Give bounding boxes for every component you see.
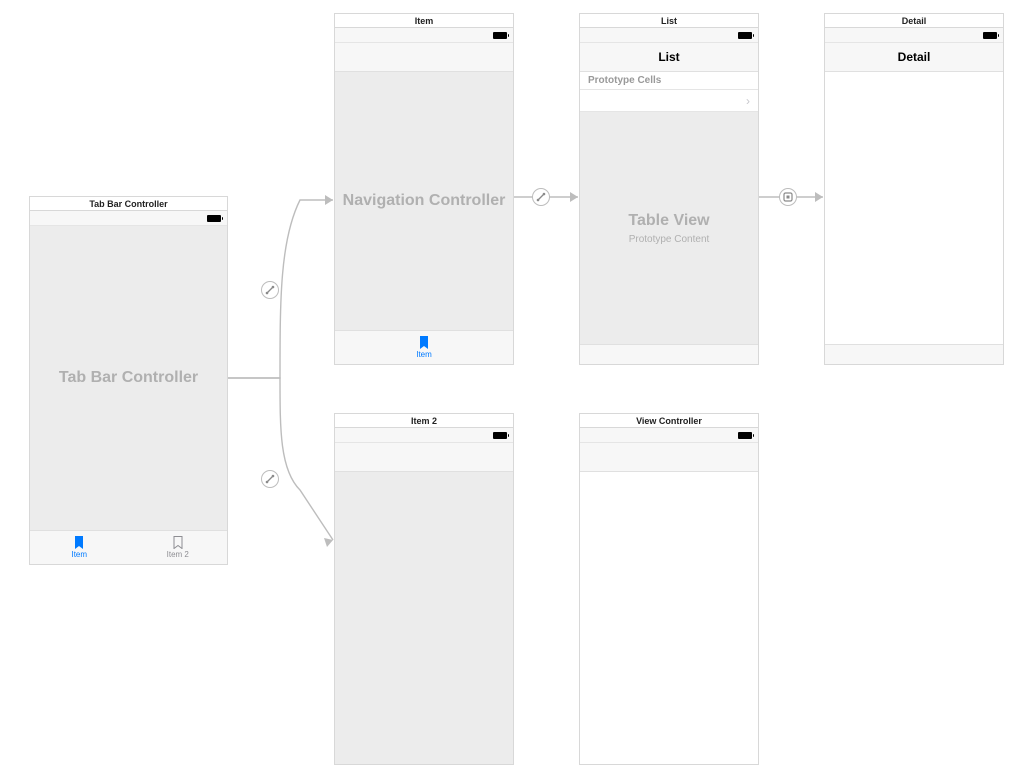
battery-icon	[493, 32, 507, 39]
battery-icon	[207, 215, 221, 222]
status-bar	[335, 428, 513, 443]
scene-title: Tab Bar Controller	[30, 197, 227, 211]
nav-content: Navigation Controller	[335, 72, 513, 330]
battery-icon	[738, 32, 752, 39]
table-view[interactable]: Prototype Cells › Table View Prototype C…	[580, 72, 758, 344]
battery-icon	[493, 432, 507, 439]
status-bar	[335, 28, 513, 43]
table-placeholder-sub: Prototype Content	[629, 234, 710, 245]
placeholder-label: Navigation Controller	[343, 192, 506, 210]
battery-icon	[983, 32, 997, 39]
scene-title: Item 2	[335, 414, 513, 428]
bookmark-icon	[173, 536, 183, 549]
scene-tab-bar-controller[interactable]: Tab Bar Controller Tab Bar Controller It…	[29, 196, 228, 565]
tab-label: Item	[71, 550, 87, 559]
table-placeholder: Table View Prototype Content	[580, 112, 758, 344]
scene-title: View Controller	[580, 414, 758, 428]
nav-title: List	[658, 50, 679, 64]
chevron-right-icon: ›	[746, 94, 750, 108]
scene-item-nav-controller[interactable]: Item Navigation Controller Item	[334, 13, 514, 365]
bookmark-icon	[74, 536, 84, 549]
scene-title: Item	[335, 14, 513, 28]
nav-bar-empty	[580, 443, 758, 472]
tab-bar-placeholder	[825, 344, 1003, 364]
placeholder-label: Tab Bar Controller	[59, 369, 198, 387]
scene-view-controller[interactable]: View Controller	[579, 413, 759, 765]
segue-badge-relationship-1[interactable]	[261, 281, 279, 299]
vc-content	[580, 472, 758, 764]
tab-bar-placeholder	[580, 344, 758, 364]
battery-icon	[738, 432, 752, 439]
item2-content	[335, 472, 513, 764]
prototype-cell[interactable]: ›	[580, 90, 758, 112]
tab-label: Item 2	[167, 550, 189, 559]
nav-bar-empty	[335, 443, 513, 472]
tab-bar: Item	[335, 330, 513, 364]
tab-item-1[interactable]: Item	[30, 531, 129, 564]
scene-detail[interactable]: Detail Detail	[824, 13, 1004, 365]
nav-bar: Detail	[825, 43, 1003, 72]
status-bar	[825, 28, 1003, 43]
scene-item2[interactable]: Item 2	[334, 413, 514, 765]
segue-badge-root[interactable]	[532, 188, 550, 206]
nav-bar: List	[580, 43, 758, 72]
status-bar	[580, 428, 758, 443]
segue-badge-show[interactable]	[779, 188, 797, 206]
table-placeholder-title: Table View	[628, 212, 709, 230]
prototype-cells-header: Prototype Cells	[580, 72, 758, 90]
tab-bar: Item Item 2	[30, 530, 227, 564]
scene-list[interactable]: List List Prototype Cells › Table View P…	[579, 13, 759, 365]
scene-title: Detail	[825, 14, 1003, 28]
tab-label: Item	[416, 350, 432, 359]
scene-title: List	[580, 14, 758, 28]
bookmark-icon	[419, 336, 429, 349]
status-bar	[30, 211, 227, 226]
nav-title: Detail	[898, 50, 931, 64]
segue-badge-relationship-2[interactable]	[261, 470, 279, 488]
nav-bar-empty	[335, 43, 513, 72]
tab-item-2[interactable]: Item 2	[129, 531, 228, 564]
detail-content	[825, 72, 1003, 344]
tab-item-single[interactable]: Item	[408, 331, 440, 364]
tabbar-content: Tab Bar Controller	[30, 226, 227, 530]
status-bar	[580, 28, 758, 43]
